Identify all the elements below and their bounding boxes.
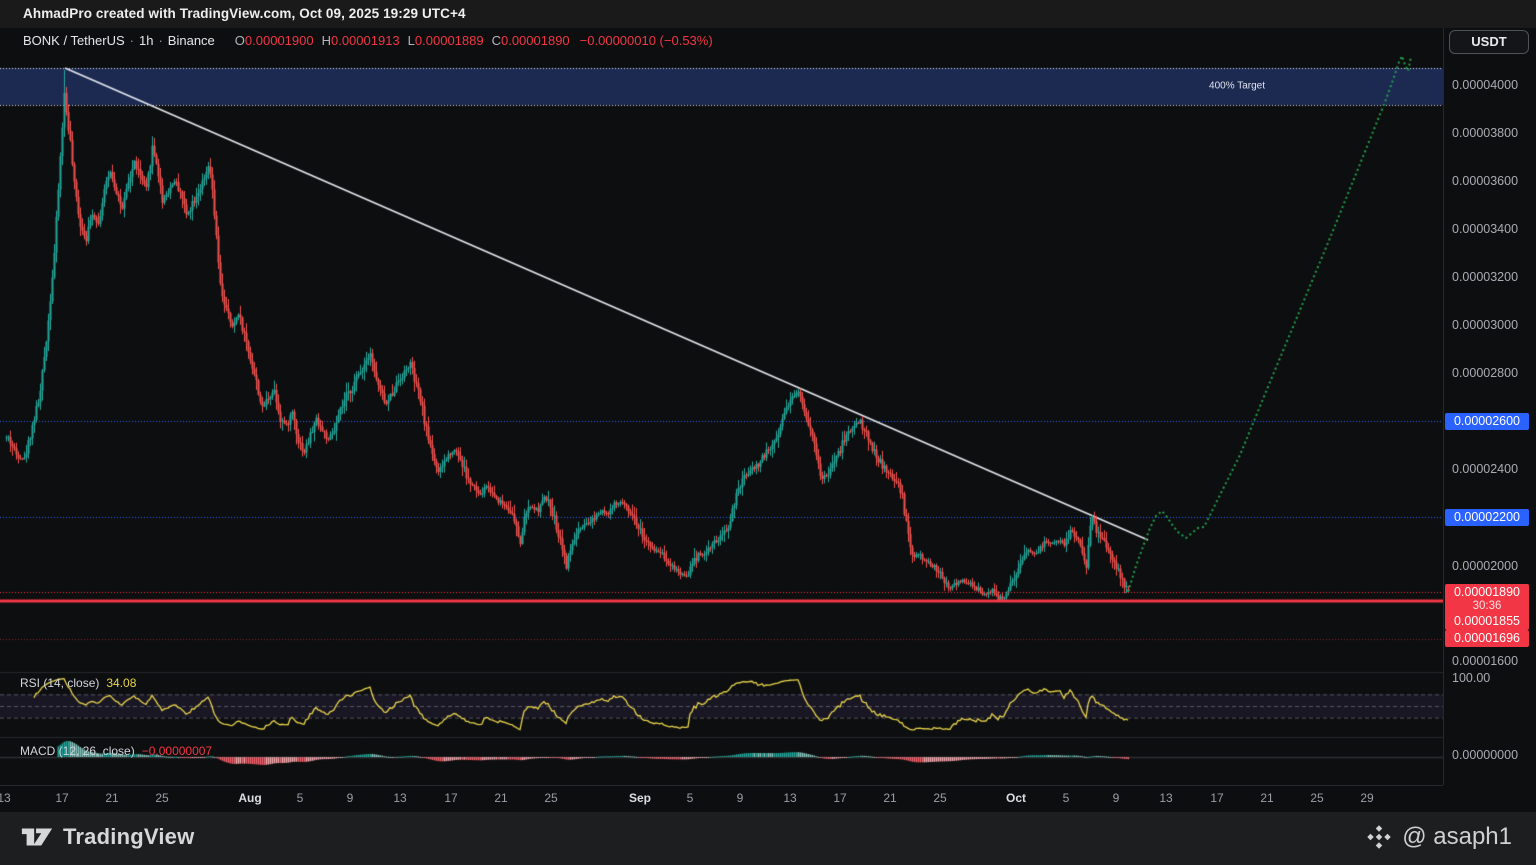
author-handle: @ asaph1 <box>1402 823 1512 851</box>
time-tick-label: 9 <box>1113 791 1120 805</box>
time-tick-label: 25 <box>155 791 168 805</box>
price-tick-label: 0.00003200 <box>1452 269 1518 285</box>
symbol-legend[interactable]: BONK / TetherUS·1h·BinanceO0.00001900H0.… <box>23 33 713 48</box>
time-tick-label: 13 <box>393 791 406 805</box>
time-tick-label: 9 <box>737 791 744 805</box>
time-tick-label: 21 <box>494 791 507 805</box>
tradingview-chart-window: AhmadPro created with TradingView.com, O… <box>0 0 1536 865</box>
footer-bar: TradingView @ asaph1 <box>0 812 1536 865</box>
high-value: 0.00001913 <box>331 33 400 48</box>
exchange: Binance <box>168 33 215 48</box>
price-tick-label: 0.00003400 <box>1452 221 1518 237</box>
interval: 1h <box>139 33 153 48</box>
current-price-label: 0.00001890 30:36 <box>1445 584 1529 615</box>
attribution-text: AhmadPro created with TradingView.com, O… <box>23 6 466 21</box>
close-value: 0.00001890 <box>501 33 570 48</box>
time-tick-label: 17 <box>833 791 846 805</box>
time-tick-label: 25 <box>933 791 946 805</box>
price-tick-label: 0.00002800 <box>1452 365 1518 381</box>
price-tick-label: 0.00003800 <box>1452 125 1518 141</box>
author-watermark: @ asaph1 <box>1364 822 1512 852</box>
target-zone-label: 400% Target <box>1209 81 1265 92</box>
time-scale[interactable]: 13 17 21 25 Aug 5 9 13 17 21 25 Sep 5 9 13 17 21 25 Oct 5 9 1… <box>0 785 1443 812</box>
binance-icon <box>1364 822 1394 852</box>
low-value: 0.00001889 <box>415 33 484 48</box>
time-tick-label: 25 <box>1310 791 1323 805</box>
time-tick-label: 13 <box>783 791 796 805</box>
time-tick-label: 17 <box>444 791 457 805</box>
time-tick-label: 21 <box>1260 791 1273 805</box>
macd-value: −0.00000007 <box>142 744 212 758</box>
time-tick-label: 13 <box>1159 791 1172 805</box>
tradingview-logo[interactable]: TradingView <box>20 824 194 850</box>
price-tick-label: 0.00003600 <box>1452 173 1518 189</box>
change-value: −0.00000010 (−0.53%) <box>580 33 713 48</box>
time-tick-label: 25 <box>544 791 557 805</box>
time-tick-label: 5 <box>687 791 694 805</box>
time-tick-label: 21 <box>883 791 896 805</box>
price-tick-label: 0.00002000 <box>1452 558 1518 574</box>
rsi-label: RSI (14, close) <box>20 676 99 690</box>
time-tick-month: Aug <box>238 791 261 805</box>
time-tick-label: 5 <box>297 791 304 805</box>
time-tick-label: 29 <box>1360 791 1373 805</box>
rsi-legend[interactable]: RSI (14, close) 34.08 <box>20 676 136 690</box>
price-level-label-22000: 0.00002200 <box>1445 509 1529 526</box>
price-scale[interactable]: 0.00002600 0.00002200 0.00001890 30:36 0… <box>1443 28 1536 785</box>
macd-label: MACD (12, 26, close) <box>20 744 135 758</box>
low-label: L <box>408 33 415 48</box>
open-label: O <box>235 33 245 48</box>
attribution-bar: AhmadPro created with TradingView.com, O… <box>0 0 1536 28</box>
time-tick-label: 9 <box>347 791 354 805</box>
price-level-label-16960: 0.00001696 <box>1445 630 1529 647</box>
time-tick-label: 21 <box>105 791 118 805</box>
legend-separator: · <box>130 33 134 48</box>
price-level-label-26000: 0.00002600 <box>1445 413 1529 430</box>
macd-legend[interactable]: MACD (12, 26, close) −0.00000007 <box>20 744 212 758</box>
price-tick-label: 0.00001600 <box>1452 653 1518 669</box>
time-tick-label: 17 <box>55 791 68 805</box>
time-tick-label: 17 <box>1210 791 1223 805</box>
symbol-name: BONK / TetherUS <box>23 33 125 48</box>
rsi-scale-top: 100.00 <box>1452 670 1490 686</box>
tradingview-wordmark: TradingView <box>63 824 194 850</box>
tradingview-icon <box>20 826 54 848</box>
currency-toggle-button[interactable]: USDT <box>1449 30 1529 54</box>
time-tick-month: Oct <box>1006 791 1026 805</box>
price-chart-canvas[interactable] <box>0 28 1443 785</box>
open-value: 0.00001900 <box>245 33 314 48</box>
price-tick-label: 0.00002400 <box>1452 461 1518 477</box>
legend-separator: · <box>158 33 162 48</box>
macd-scale-zero: 0.00000000 <box>1452 747 1518 763</box>
high-label: H <box>322 33 331 48</box>
price-tick-label: 0.00003000 <box>1452 317 1518 333</box>
price-tick-label: 0.00004000 <box>1452 77 1518 93</box>
time-tick-month: Sep <box>629 791 651 805</box>
current-price-value: 0.00001890 <box>1445 584 1529 600</box>
price-level-label-18550: 0.00001855 <box>1445 613 1529 630</box>
time-tick-label: 13 <box>0 791 11 805</box>
time-tick-label: 5 <box>1063 791 1070 805</box>
ohlc-readout: O0.00001900 H0.00001913 L0.00001889 C0.0000… <box>227 33 713 48</box>
close-label: C <box>492 33 501 48</box>
rsi-value: 34.08 <box>106 676 136 690</box>
